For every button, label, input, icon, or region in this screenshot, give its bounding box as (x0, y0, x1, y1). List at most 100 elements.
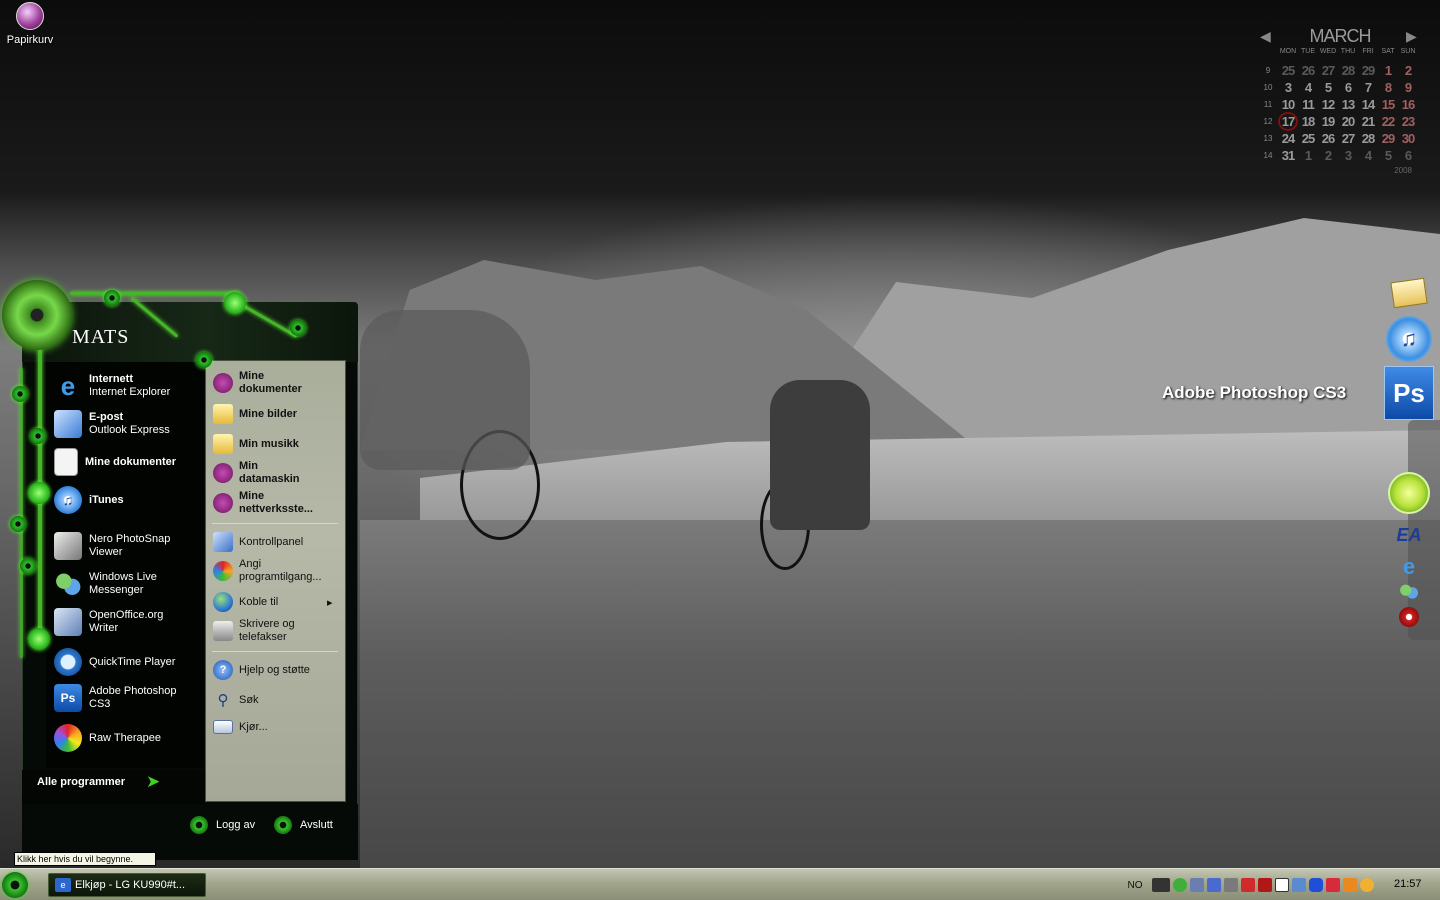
tray-sound-icon[interactable] (1224, 878, 1238, 892)
calendar-prev-month-icon[interactable]: ◀ (1260, 28, 1271, 45)
dock-item-messenger[interactable] (1384, 580, 1434, 604)
calendar-weekday: SAT (1381, 48, 1395, 55)
shut-down-button[interactable]: Avslutt (274, 816, 333, 834)
place-label: Søk (239, 693, 259, 706)
place-help-support[interactable]: ? Hjelp og støtte (213, 660, 341, 680)
tray-messenger-icon[interactable] (1173, 878, 1187, 892)
calendar-day[interactable]: 8 (1378, 80, 1398, 95)
calendar-day[interactable]: 7 (1358, 80, 1378, 95)
calendar-day[interactable]: 17 (1278, 112, 1298, 131)
all-programs-button[interactable]: Alle programmer (37, 776, 125, 788)
calendar-day[interactable]: 29 (1378, 131, 1398, 146)
calendar-day[interactable]: 16 (1398, 97, 1418, 112)
calendar-day[interactable]: 11 (1298, 97, 1318, 112)
place-my-music[interactable]: Min musikk (213, 434, 341, 454)
desktop-icon-recycle-bin[interactable]: Papirkurv (4, 2, 56, 46)
tray-security-icon[interactable] (1241, 878, 1255, 892)
calendar-day[interactable]: 2 (1318, 148, 1338, 163)
calendar-day[interactable]: 25 (1278, 63, 1298, 78)
dock-item-ea[interactable]: EA (1384, 518, 1434, 552)
place-control-panel[interactable]: Kontrollpanel (213, 532, 341, 552)
place-run[interactable]: Kjør... (213, 720, 341, 734)
calendar-day[interactable]: 21 (1358, 114, 1378, 129)
taskbar-button-elkjop[interactable]: e Elkjøp - LG KU990#t... (48, 873, 206, 897)
dock-item-limewire[interactable] (1384, 470, 1434, 516)
calendar-day[interactable]: 6 (1398, 148, 1418, 163)
calendar-day[interactable]: 26 (1298, 63, 1318, 78)
language-indicator[interactable]: NO (1118, 880, 1152, 891)
dock-item-itunes[interactable]: ♫ (1384, 316, 1434, 362)
start-button[interactable] (2, 872, 28, 898)
start-item-nero-photosnap[interactable]: Nero PhotoSnap Viewer (54, 532, 204, 560)
calendar-day[interactable]: 6 (1338, 80, 1358, 95)
calendar-day[interactable]: 22 (1378, 114, 1398, 129)
taskbar-clock[interactable]: 21:57 (1394, 878, 1422, 890)
start-item-quicktime-player[interactable]: QuickTime Player (54, 648, 204, 676)
calendar-day[interactable]: 1 (1298, 148, 1318, 163)
place-search[interactable]: ⚲ Søk (213, 690, 341, 710)
calendar-day[interactable]: 5 (1378, 148, 1398, 163)
calendar-day[interactable]: 2 (1398, 63, 1418, 78)
calendar-day[interactable]: 30 (1398, 131, 1418, 146)
quicktime-icon (54, 648, 82, 676)
tray-bluetooth-icon[interactable] (1309, 878, 1323, 892)
calendar-day[interactable]: 10 (1278, 97, 1298, 112)
place-my-documents[interactable]: Mine dokumenter (213, 370, 341, 396)
calendar-day[interactable]: 28 (1358, 131, 1378, 146)
tray-display-icon[interactable] (1207, 878, 1221, 892)
place-program-access[interactable]: Angi programtilgang... (213, 558, 341, 584)
start-item-itunes[interactable]: ♫ iTunes (54, 486, 204, 514)
tray-shield-icon[interactable] (1258, 878, 1272, 892)
place-connect-to[interactable]: Koble til ▸ (213, 592, 341, 612)
tray-app2-icon[interactable] (1343, 878, 1357, 892)
calendar-day[interactable]: 18 (1298, 114, 1318, 129)
place-my-network[interactable]: Mine nettverksste... (213, 490, 341, 516)
calendar-day[interactable]: 20 (1338, 114, 1358, 129)
start-item-raw-therapee[interactable]: Raw Therapee (54, 724, 204, 752)
calendar-next-month-icon[interactable]: ▶ (1406, 28, 1417, 45)
calendar-day[interactable]: 15 (1378, 97, 1398, 112)
dock-item-media[interactable] (1384, 604, 1434, 630)
calendar-day[interactable]: 28 (1338, 63, 1358, 78)
calendar-day[interactable]: 27 (1318, 63, 1338, 78)
vine-node (290, 320, 306, 336)
calendar-day[interactable]: 31 (1278, 148, 1298, 163)
start-item-windows-live-messenger[interactable]: Windows Live Messenger (54, 570, 204, 598)
log-off-button[interactable]: Logg av (190, 816, 255, 834)
start-item-internet[interactable]: e Internett Internet Explorer (54, 371, 204, 401)
calendar-day[interactable]: 13 (1338, 97, 1358, 112)
calendar-day[interactable]: 9 (1398, 80, 1418, 95)
place-my-computer[interactable]: Min datamaskin (213, 460, 341, 486)
tray-network-icon[interactable] (1190, 878, 1204, 892)
calendar-day[interactable]: 14 (1358, 97, 1378, 112)
calendar-day[interactable]: 12 (1318, 97, 1338, 112)
tray-calendar-icon[interactable] (1275, 878, 1289, 892)
calendar-day[interactable]: 1 (1378, 63, 1398, 78)
calendar-day[interactable]: 29 (1358, 63, 1378, 78)
calendar-day[interactable]: 3 (1338, 148, 1358, 163)
calendar-day[interactable]: 3 (1278, 80, 1298, 95)
tray-usb-icon[interactable] (1292, 878, 1306, 892)
calendar-day[interactable]: 25 (1298, 131, 1318, 146)
start-item-my-documents[interactable]: Mine dokumenter (54, 448, 204, 476)
calendar-day[interactable]: 5 (1318, 80, 1338, 95)
calendar-day[interactable]: 27 (1338, 131, 1358, 146)
dock-item-mail[interactable] (1384, 270, 1434, 316)
calendar-day[interactable]: 4 (1298, 80, 1318, 95)
tray-app-icon[interactable] (1152, 878, 1170, 892)
calendar-day[interactable]: 24 (1278, 131, 1298, 146)
start-item-subtitle: Writer (89, 622, 119, 634)
start-item-email[interactable]: E-post Outlook Express (54, 410, 204, 438)
place-my-pictures[interactable]: Mine bilder (213, 404, 341, 424)
start-item-adobe-photoshop[interactable]: Ps Adobe Photoshop CS3 (54, 684, 204, 712)
calendar-day[interactable]: 23 (1398, 114, 1418, 129)
tray-media-icon[interactable] (1326, 878, 1340, 892)
calendar-day[interactable]: 4 (1358, 148, 1378, 163)
dock-item-internet-explorer[interactable]: e (1384, 552, 1434, 582)
place-printers-faxes[interactable]: Skrivere og telefakser (213, 618, 341, 644)
start-item-openoffice-writer[interactable]: OpenOffice.org Writer (54, 608, 204, 636)
dock-item-photoshop[interactable]: Ps (1384, 366, 1434, 420)
tray-app3-icon[interactable] (1360, 878, 1374, 892)
calendar-day[interactable]: 19 (1318, 114, 1338, 129)
calendar-day[interactable]: 26 (1318, 131, 1338, 146)
